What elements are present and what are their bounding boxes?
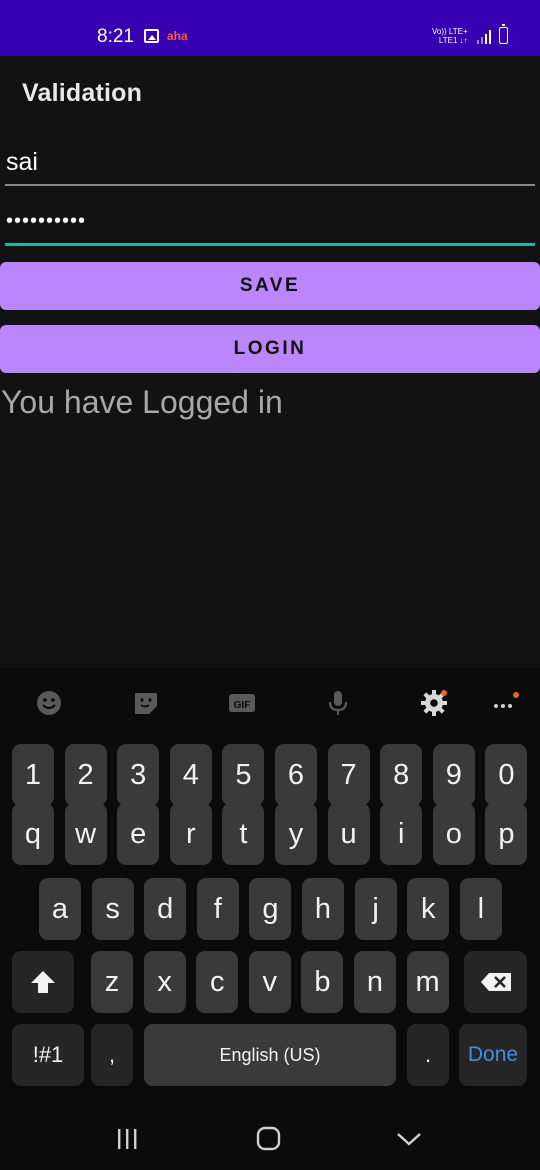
aha-app-icon: aha [167,29,188,43]
login-button[interactable]: LOGIN [0,325,540,373]
key-g[interactable]: g [249,878,292,940]
key-t[interactable]: t [222,803,265,865]
status-time: 8:21 [97,26,134,47]
battery-icon [499,24,508,44]
comma-key[interactable]: , [91,1024,133,1086]
key-y[interactable]: y [275,803,317,865]
done-key[interactable]: Done [459,1024,527,1086]
key-4[interactable]: 4 [169,744,212,806]
key-c[interactable]: c [196,951,239,1013]
keyboard-toolbar: GIF [0,668,540,740]
backspace-key[interactable] [464,951,527,1013]
key-3[interactable]: 3 [117,744,160,806]
shift-icon [31,971,55,993]
key-w[interactable]: w [64,803,107,865]
back-icon[interactable] [394,1126,424,1152]
more-icon[interactable] [490,688,520,718]
key-s[interactable]: s [91,878,134,940]
key-k[interactable]: k [407,878,450,940]
recent-apps-icon[interactable] [114,1126,144,1152]
username-field[interactable] [5,140,535,186]
key-e[interactable]: e [117,803,160,865]
key-l[interactable]: l [459,878,502,940]
backspace-icon [480,973,511,991]
settings-icon[interactable] [419,688,449,718]
signal-icon [477,30,491,44]
gallery-icon [144,29,159,43]
key-a[interactable]: a [39,878,81,940]
key-r[interactable]: r [169,803,212,865]
sticker-icon[interactable] [131,688,161,718]
period-key[interactable]: . [407,1024,449,1086]
key-7[interactable]: 7 [327,744,370,806]
soft-keyboard: GIF 1 2 3 4 5 6 7 8 9 0 q w e r t y u i … [0,668,540,1108]
key-n[interactable]: n [354,951,396,1013]
key-q[interactable]: q [12,803,54,865]
shift-key[interactable] [12,951,74,1013]
key-v[interactable]: v [248,951,291,1013]
login-status-text: You have Logged in [1,384,283,420]
key-f[interactable]: f [196,878,239,940]
key-0[interactable]: 0 [485,744,528,806]
network-line-2: LTE1 ↓↑ [438,36,468,45]
key-d[interactable]: d [144,878,187,940]
key-5[interactable]: 5 [222,744,265,806]
key-h[interactable]: h [302,878,344,940]
gif-label: GIF [234,700,251,711]
status-bar: 8:21 aha Vo)) LTE+ LTE1 ↓↑ [0,0,540,56]
key-2[interactable]: 2 [64,744,107,806]
navigation-bar [0,1108,540,1170]
key-6[interactable]: 6 [275,744,317,806]
key-9[interactable]: 9 [432,744,475,806]
space-key[interactable]: English (US) [144,1024,396,1086]
key-m[interactable]: m [406,951,449,1013]
key-8[interactable]: 8 [380,744,423,806]
emoji-icon[interactable] [34,688,64,718]
gif-icon[interactable]: GIF [227,688,257,718]
key-1[interactable]: 1 [12,744,54,806]
home-icon[interactable] [254,1126,284,1152]
save-button[interactable]: SAVE [0,262,540,310]
screen: 8:21 aha Vo)) LTE+ LTE1 ↓↑ Validation SA… [0,0,540,1170]
key-z[interactable]: z [91,951,133,1013]
network-indicator: Vo)) LTE+ LTE1 ↓↑ [432,27,468,45]
network-line-1: Vo)) LTE+ [432,27,468,36]
mic-icon[interactable] [323,688,353,718]
key-o[interactable]: o [432,803,475,865]
key-i[interactable]: i [380,803,423,865]
key-x[interactable]: x [143,951,186,1013]
password-field[interactable] [5,200,535,246]
key-j[interactable]: j [354,878,397,940]
page-title: Validation [22,79,143,107]
key-b[interactable]: b [301,951,344,1013]
key-u[interactable]: u [327,803,370,865]
symbols-key[interactable]: !#1 [12,1024,84,1086]
key-p[interactable]: p [485,803,528,865]
